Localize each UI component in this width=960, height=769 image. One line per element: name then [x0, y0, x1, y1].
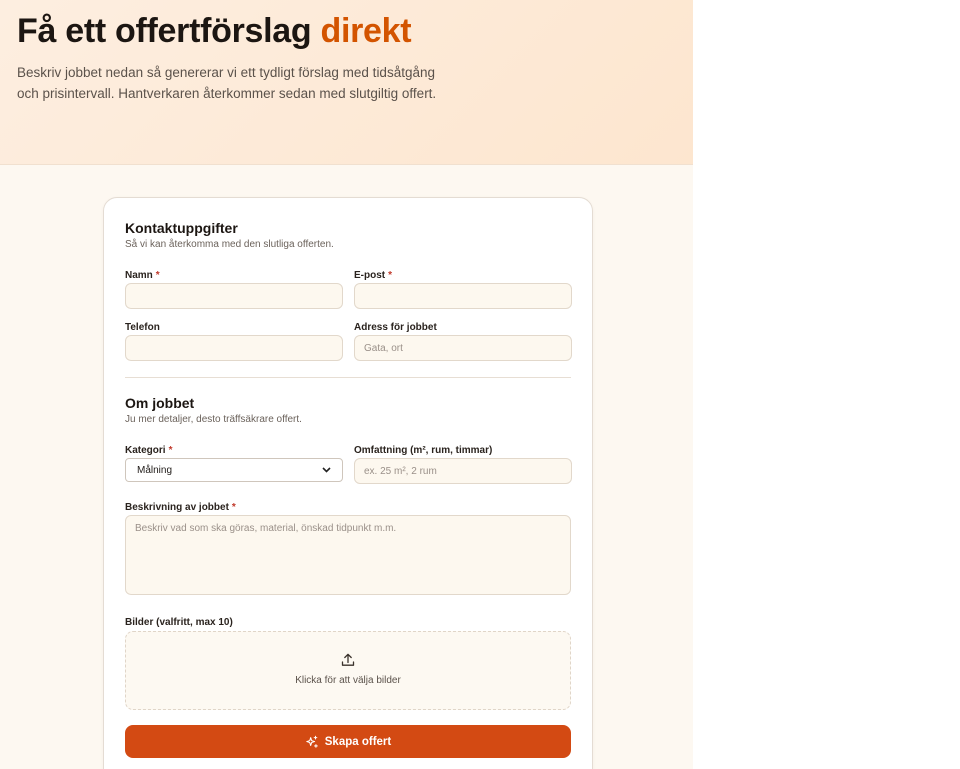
page-title: Få ett offertförslag direkt — [17, 12, 412, 51]
upload-icon — [341, 653, 355, 666]
category-label: Kategori * — [125, 445, 172, 456]
create-quote-button[interactable]: Skapa offert — [125, 725, 571, 758]
job-section-title: Om jobbet — [125, 395, 195, 411]
description-field[interactable] — [125, 515, 571, 595]
email-label: E-post * — [354, 270, 392, 281]
category-selected-value: Målning — [137, 464, 173, 476]
page-title-main: Få ett offertförslag — [17, 12, 312, 50]
name-label: Namn * — [125, 270, 160, 281]
job-section-subtitle: Ju mer detaljer, desto träffsäkrare offe… — [125, 414, 302, 425]
create-quote-label: Skapa offert — [324, 735, 392, 748]
name-label-text: Namn — [125, 270, 153, 281]
phone-field[interactable] — [125, 335, 343, 361]
contact-section-title: Kontaktuppgifter — [125, 220, 238, 236]
sparkles-icon — [305, 735, 318, 748]
section-divider — [125, 377, 571, 378]
image-upload-dropzone[interactable]: Klicka för att välja bilder — [125, 631, 571, 710]
email-field[interactable] — [354, 283, 572, 309]
required-mark: * — [388, 270, 393, 281]
upload-prompt: Klicka för att välja bilder — [295, 675, 401, 686]
images-label: Bilder (valfritt, max 10) — [125, 617, 233, 628]
email-label-text: E-post — [354, 270, 386, 281]
category-select[interactable]: Målning — [125, 458, 343, 482]
required-mark: * — [231, 502, 236, 513]
required-mark: * — [168, 445, 173, 456]
address-field[interactable] — [354, 335, 572, 361]
description-label: Beskrivning av jobbet * — [125, 502, 236, 513]
scope-label: Omfattning (m², rum, timmar) — [354, 445, 493, 456]
page-title-accent: direkt — [320, 12, 412, 50]
scope-field[interactable] — [354, 458, 572, 484]
address-label: Adress för jobbet — [354, 322, 437, 333]
contact-section-subtitle: Så vi kan återkomma med den slutliga off… — [125, 239, 334, 250]
chevron-down-icon — [322, 465, 331, 475]
phone-label: Telefon — [125, 322, 160, 333]
page: Få ett offertförslag direkt Beskriv jobb… — [0, 0, 693, 769]
quote-form: Kontaktuppgifter Så vi kan återkomma med… — [103, 197, 593, 769]
page-description: Beskriv jobbet nedan så genererar vi ett… — [17, 65, 437, 101]
required-mark: * — [155, 270, 160, 281]
name-field[interactable] — [125, 283, 343, 309]
category-label-text: Kategori — [125, 445, 166, 456]
hero-header: Få ett offertförslag direkt Beskriv jobb… — [0, 0, 693, 165]
description-label-text: Beskrivning av jobbet — [125, 502, 229, 513]
